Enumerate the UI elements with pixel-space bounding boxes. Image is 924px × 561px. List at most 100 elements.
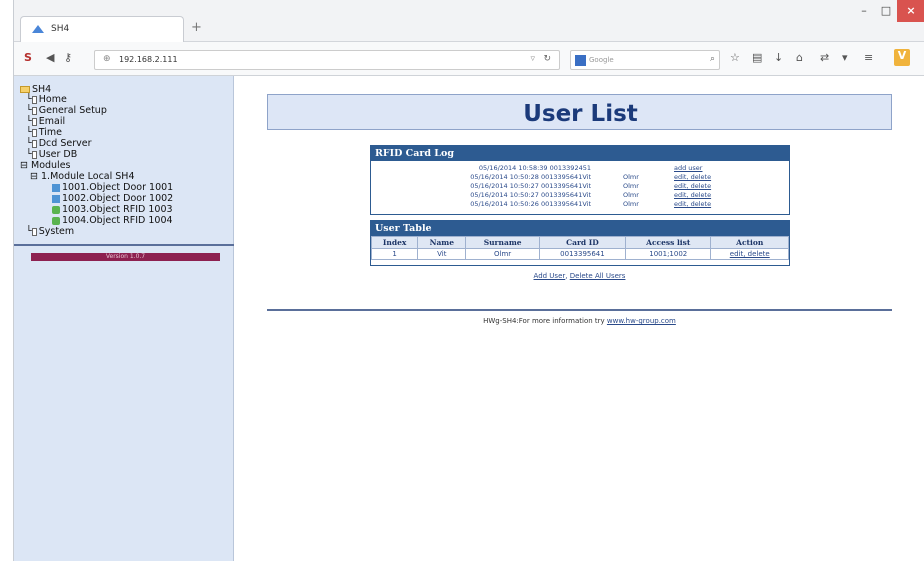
rfid-icon [52,205,60,214]
rfid-icon [52,216,60,225]
tree-item-time[interactable]: └ Time [26,128,62,138]
search-box[interactable]: Google ⌕ [570,50,720,70]
cell-access-list: 1001;1002 [625,248,712,260]
page-title: User List [523,101,638,127]
tree-label: 1003.Object RFID 1003 [62,204,173,215]
col-surname: Surname [465,236,540,249]
log-edit-delete-link[interactable]: edit, delete [674,173,711,182]
reload-icon[interactable]: ↻ [543,54,551,64]
footer-divider [267,309,892,311]
col-access-list: Access list [625,236,712,249]
page-favicon-icon [32,25,44,33]
identity-key-icon[interactable]: ⚷ [64,51,72,64]
cell-surname: Olmr [465,248,540,260]
log-row: 05/16/2014 10:58:39 0013392451 add user [371,164,791,173]
tree-label: Home [38,94,67,105]
log-name: Olmr [623,173,639,181]
rfid-card-log-panel: RFID Card Log 05/16/2014 10:58:39 001339… [370,145,790,215]
rfid-card-log-header: RFID Card Log [371,146,789,161]
col-card-id: Card ID [538,236,627,249]
page-icon [31,117,37,126]
user-table-panel: User Table Index Name Surname Card ID Ac… [370,220,790,266]
tree-label: 1.Module Local SH4 [41,171,135,182]
cell-card-id: 0013395641 [538,248,627,260]
delete-all-users-link[interactable]: Delete All Users [570,272,626,280]
log-timestamp: 05/16/2014 10:50:27 0013395641Vit [470,182,591,190]
page-icon [31,150,37,159]
dropdown-arrow-icon[interactable]: ▿ [530,54,535,64]
footer-text: HWg-SH4:For more information try [483,317,607,325]
user-actions: Add User, Delete All Users [234,272,924,280]
cell-edit-delete-link[interactable]: edit, delete [710,248,789,260]
reading-list-icon[interactable]: ▤ [752,51,762,64]
tree-item-general-setup[interactable]: └ General Setup [26,106,107,116]
log-edit-delete-link[interactable]: edit, delete [674,191,711,200]
table-row: 1 Vit Olmr 0013395641 1001;1002 edit, de… [370,248,789,260]
tree-item-object-1004[interactable]: 1004.Object RFID 1004 [52,216,173,226]
tree-item-email[interactable]: └ Email [26,117,65,127]
back-button-icon[interactable]: ◀ [46,51,54,64]
page-icon [31,139,37,148]
tree-label: Time [38,127,62,138]
log-timestamp: 05/16/2014 10:50:28 0013395641Vit [470,173,591,181]
tree-item-object-1002[interactable]: 1002.Object Door 1002 [52,194,173,204]
log-add-user-link[interactable]: add user [674,164,702,173]
log-edit-delete-link[interactable]: edit, delete [674,200,711,209]
extension-v-icon[interactable]: V [894,49,910,66]
tree-item-object-1001[interactable]: 1001.Object Door 1001 [52,183,173,193]
tree-item-system[interactable]: └ System [26,227,74,237]
browser-tab[interactable]: SH4 [20,16,184,42]
page-icon [31,95,37,104]
version-text: Version 1.0.7 [105,253,146,260]
new-tab-button[interactable]: + [191,20,202,35]
version-bar: Version 1.0.7 [31,253,220,261]
tree-item-home[interactable]: └ Home [26,95,67,105]
add-user-link[interactable]: Add User [534,272,566,280]
tree-label: Modules [31,160,71,171]
tree-label: System [38,226,75,237]
log-edit-delete-link[interactable]: edit, delete [674,182,711,191]
search-icon[interactable]: ⌕ [710,54,715,64]
tree-label: General Setup [38,105,107,116]
tree-item-dcd-server[interactable]: └ Dcd Server [26,139,91,149]
tab-title: SH4 [51,24,70,34]
collapse-icon[interactable]: ⊟ [20,160,28,171]
collapse-icon[interactable]: ⊟ [30,171,38,182]
menu-icon[interactable]: ≡ [864,51,873,64]
tree-divider [14,244,234,246]
col-index: Index [370,236,419,249]
tree-label: 1002.Object Door 1002 [62,193,174,204]
home-icon[interactable]: ⌂ [796,51,803,64]
log-name: Olmr [623,182,639,190]
door-icon [52,183,60,192]
main-content: User List RFID Card Log 05/16/2014 10:58… [234,76,924,561]
table-header-row: Index Name Surname Card ID Access list A… [370,236,789,249]
log-timestamp: 05/16/2014 10:50:26 0013395641Vit [470,200,591,208]
tree-item-modules[interactable]: ⊟ Modules [20,161,71,171]
address-bar[interactable]: ⊕ 192.168.2.111 ▿ ↻ [94,50,560,70]
tree-item-object-1003[interactable]: 1003.Object RFID 1003 [52,205,173,215]
maximize-button[interactable]: □ [875,0,897,22]
tree-label: Email [38,116,66,127]
tree-item-user-db[interactable]: └ User DB [26,150,77,160]
user-table-header: User Table [371,221,789,236]
bookmark-star-icon[interactable]: ☆ [730,51,740,64]
tree-item-module[interactable]: ⊟ 1.Module Local SH4 [30,172,135,182]
globe-icon: ⊕ [103,54,111,64]
user-table: Index Name Surname Card ID Access list A… [370,236,789,260]
minimize-button[interactable]: – [853,0,875,22]
footer-link[interactable]: www.hw-group.com [607,317,676,325]
folder-icon [20,86,30,93]
title-bar: SH4 + – □ × [14,0,924,42]
page-icon [31,227,37,236]
download-icon[interactable]: ↓ [774,51,783,64]
cell-index: 1 [370,248,419,260]
sync-icon[interactable]: ⇄ [820,51,829,64]
log-timestamp: 05/16/2014 10:58:39 0013392451 [478,164,591,172]
log-row: 05/16/2014 10:50:27 0013395641Vit Olmr e… [371,191,791,200]
sidebar-logo-icon[interactable]: S [24,51,32,64]
dropdown-icon[interactable]: ▾ [842,51,848,64]
url-text: 192.168.2.111 [119,55,178,64]
cell-name: Vit [417,248,467,260]
close-button[interactable]: × [897,0,924,22]
